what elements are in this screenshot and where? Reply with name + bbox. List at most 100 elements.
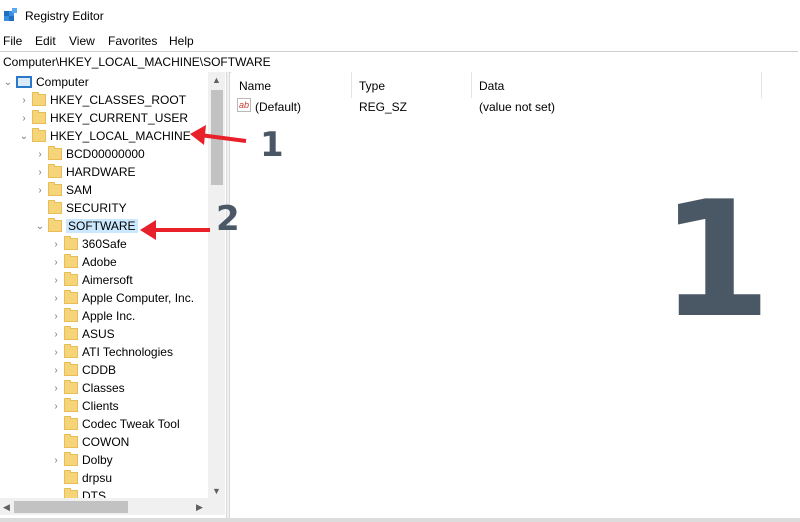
folder-icon [64, 254, 78, 268]
tree-item-security[interactable]: SECURITY [34, 199, 127, 217]
chevron-right-icon[interactable]: › [50, 239, 62, 250]
chevron-right-icon[interactable]: › [34, 149, 46, 160]
tree-horizontal-scroll-thumb[interactable] [14, 501, 128, 513]
tree-item-label: 360Safe [82, 237, 127, 251]
column-header-name[interactable]: Name [231, 72, 351, 98]
tree-item-hkey-classes-root[interactable]: › HKEY_CLASSES_ROOT [18, 91, 186, 109]
address-path: Computer\HKEY_LOCAL_MACHINE\SOFTWARE [3, 55, 271, 69]
folder-icon [64, 326, 78, 340]
tree-item-label: Apple Inc. [82, 309, 136, 323]
menu-file[interactable]: File [3, 34, 22, 48]
menu-favorites[interactable]: Favorites [108, 34, 157, 48]
tree-item-label: CDDB [82, 363, 117, 377]
column-header-type[interactable]: Type [351, 72, 471, 98]
column-divider[interactable] [761, 72, 762, 98]
folder-icon [32, 92, 46, 106]
folder-icon [48, 200, 62, 214]
folder-icon [64, 398, 78, 412]
tree-item-cowon[interactable]: COWON [50, 433, 129, 451]
scroll-left-arrow-icon[interactable]: ◀ [3, 502, 10, 513]
tree-item-label: ASUS [82, 327, 115, 341]
chevron-right-icon[interactable]: › [50, 455, 62, 466]
menu-help[interactable]: Help [169, 34, 194, 48]
chevron-right-icon[interactable]: › [50, 347, 62, 358]
menu-bar: File Edit View Favorites Help [0, 31, 800, 51]
tree-item-label: Classes [82, 381, 125, 395]
tree-item-sam[interactable]: › SAM [34, 181, 92, 199]
folder-icon [48, 218, 62, 232]
chevron-right-icon[interactable]: › [50, 311, 62, 322]
tree-item-aimersoft[interactable]: › Aimersoft [50, 271, 133, 289]
chevron-right-icon[interactable]: › [34, 167, 46, 178]
menu-view[interactable]: View [69, 34, 95, 48]
chevron-right-icon[interactable]: › [50, 257, 62, 268]
chevron-down-icon[interactable]: ⌄ [18, 131, 30, 142]
registry-editor-icon [4, 8, 17, 21]
column-header-label: Type [359, 79, 386, 93]
tree-item-drpsu[interactable]: drpsu [50, 469, 112, 487]
address-bar[interactable]: Computer\HKEY_LOCAL_MACHINE\SOFTWARE [0, 51, 798, 73]
tree-item-label: Clients [82, 399, 119, 413]
tree-item-clients[interactable]: › Clients [50, 397, 119, 415]
folder-icon [64, 416, 78, 430]
string-value-icon: ab [237, 98, 251, 112]
window-title: Registry Editor [25, 9, 104, 23]
chevron-right-icon[interactable]: › [50, 275, 62, 286]
chevron-right-icon[interactable]: › [50, 383, 62, 394]
tree-item-label: Adobe [82, 255, 117, 269]
chevron-right-icon[interactable]: › [18, 113, 30, 124]
chevron-right-icon[interactable]: › [50, 401, 62, 412]
tree-item-codec-tweak-tool[interactable]: Codec Tweak Tool [50, 415, 180, 433]
tree-item-label: SECURITY [66, 201, 127, 215]
tree-item-ati-technologies[interactable]: › ATI Technologies [50, 343, 173, 361]
tree-item-classes[interactable]: › Classes [50, 379, 125, 397]
tree-item-label: Dolby [82, 453, 113, 467]
tree-item-software[interactable]: ⌄ SOFTWARE [34, 217, 138, 235]
tree-item-hardware[interactable]: › HARDWARE [34, 163, 136, 181]
chevron-down-icon[interactable]: ⌄ [2, 77, 14, 88]
tree-item-label: HARDWARE [66, 165, 136, 179]
tree-item-label: HKEY_LOCAL_MACHINE [50, 129, 191, 143]
scroll-down-arrow-icon[interactable]: ▼ [212, 486, 221, 496]
tree-item-dolby[interactable]: › Dolby [50, 451, 113, 469]
chevron-right-icon[interactable]: › [18, 95, 30, 106]
column-header-data[interactable]: Data [471, 72, 761, 98]
value-data: (value not set) [479, 100, 556, 114]
chevron-down-icon[interactable]: ⌄ [34, 221, 46, 232]
tree-item-label: Apple Computer, Inc. [82, 291, 195, 305]
menu-edit[interactable]: Edit [35, 34, 56, 48]
folder-icon [64, 434, 78, 448]
tree-item-hkey-current-user[interactable]: › HKEY_CURRENT_USER [18, 109, 188, 127]
chevron-right-icon[interactable]: › [34, 185, 46, 196]
tree-item-adobe[interactable]: › Adobe [50, 253, 117, 271]
tree-item-apple-inc[interactable]: › Apple Inc. [50, 307, 135, 325]
tree-item-hkey-local-machine[interactable]: ⌄ HKEY_LOCAL_MACHINE [18, 127, 191, 145]
tree-item-apple-computer[interactable]: › Apple Computer, Inc. [50, 289, 194, 307]
chevron-right-icon[interactable]: › [50, 293, 62, 304]
scroll-right-arrow-icon[interactable]: ▶ [196, 502, 203, 513]
tree-item-label: Aimersoft [82, 273, 133, 287]
tree-item-asus[interactable]: › ASUS [50, 325, 115, 343]
tree-item-cddb[interactable]: › CDDB [50, 361, 116, 379]
tree-item-label: BCD00000000 [66, 147, 145, 161]
folder-icon [64, 470, 78, 484]
chevron-right-icon[interactable]: › [50, 365, 62, 376]
column-header-label: Data [479, 79, 505, 93]
folder-icon [64, 308, 78, 322]
tree-vertical-scroll-thumb[interactable] [211, 90, 223, 185]
tree-item-360safe[interactable]: › 360Safe [50, 235, 127, 253]
folder-icon [32, 110, 46, 124]
folder-icon [64, 290, 78, 304]
scroll-up-arrow-icon[interactable]: ▲ [212, 75, 221, 85]
folder-icon [48, 146, 62, 160]
tree-item-computer[interactable]: ⌄ Computer [2, 73, 89, 91]
pane-splitter[interactable] [226, 72, 230, 518]
tree-item-label: COWON [82, 435, 130, 449]
chevron-right-icon[interactable]: › [50, 329, 62, 340]
tree-item-bcd00000000[interactable]: › BCD00000000 [34, 145, 145, 163]
value-name: (Default) [255, 100, 302, 114]
folder-icon [64, 452, 78, 466]
list-item[interactable]: ab (Default) REG_SZ (value not set) [231, 98, 791, 116]
tree-item-label: Computer [36, 75, 89, 89]
big-annotation-label: 1 [660, 166, 772, 353]
